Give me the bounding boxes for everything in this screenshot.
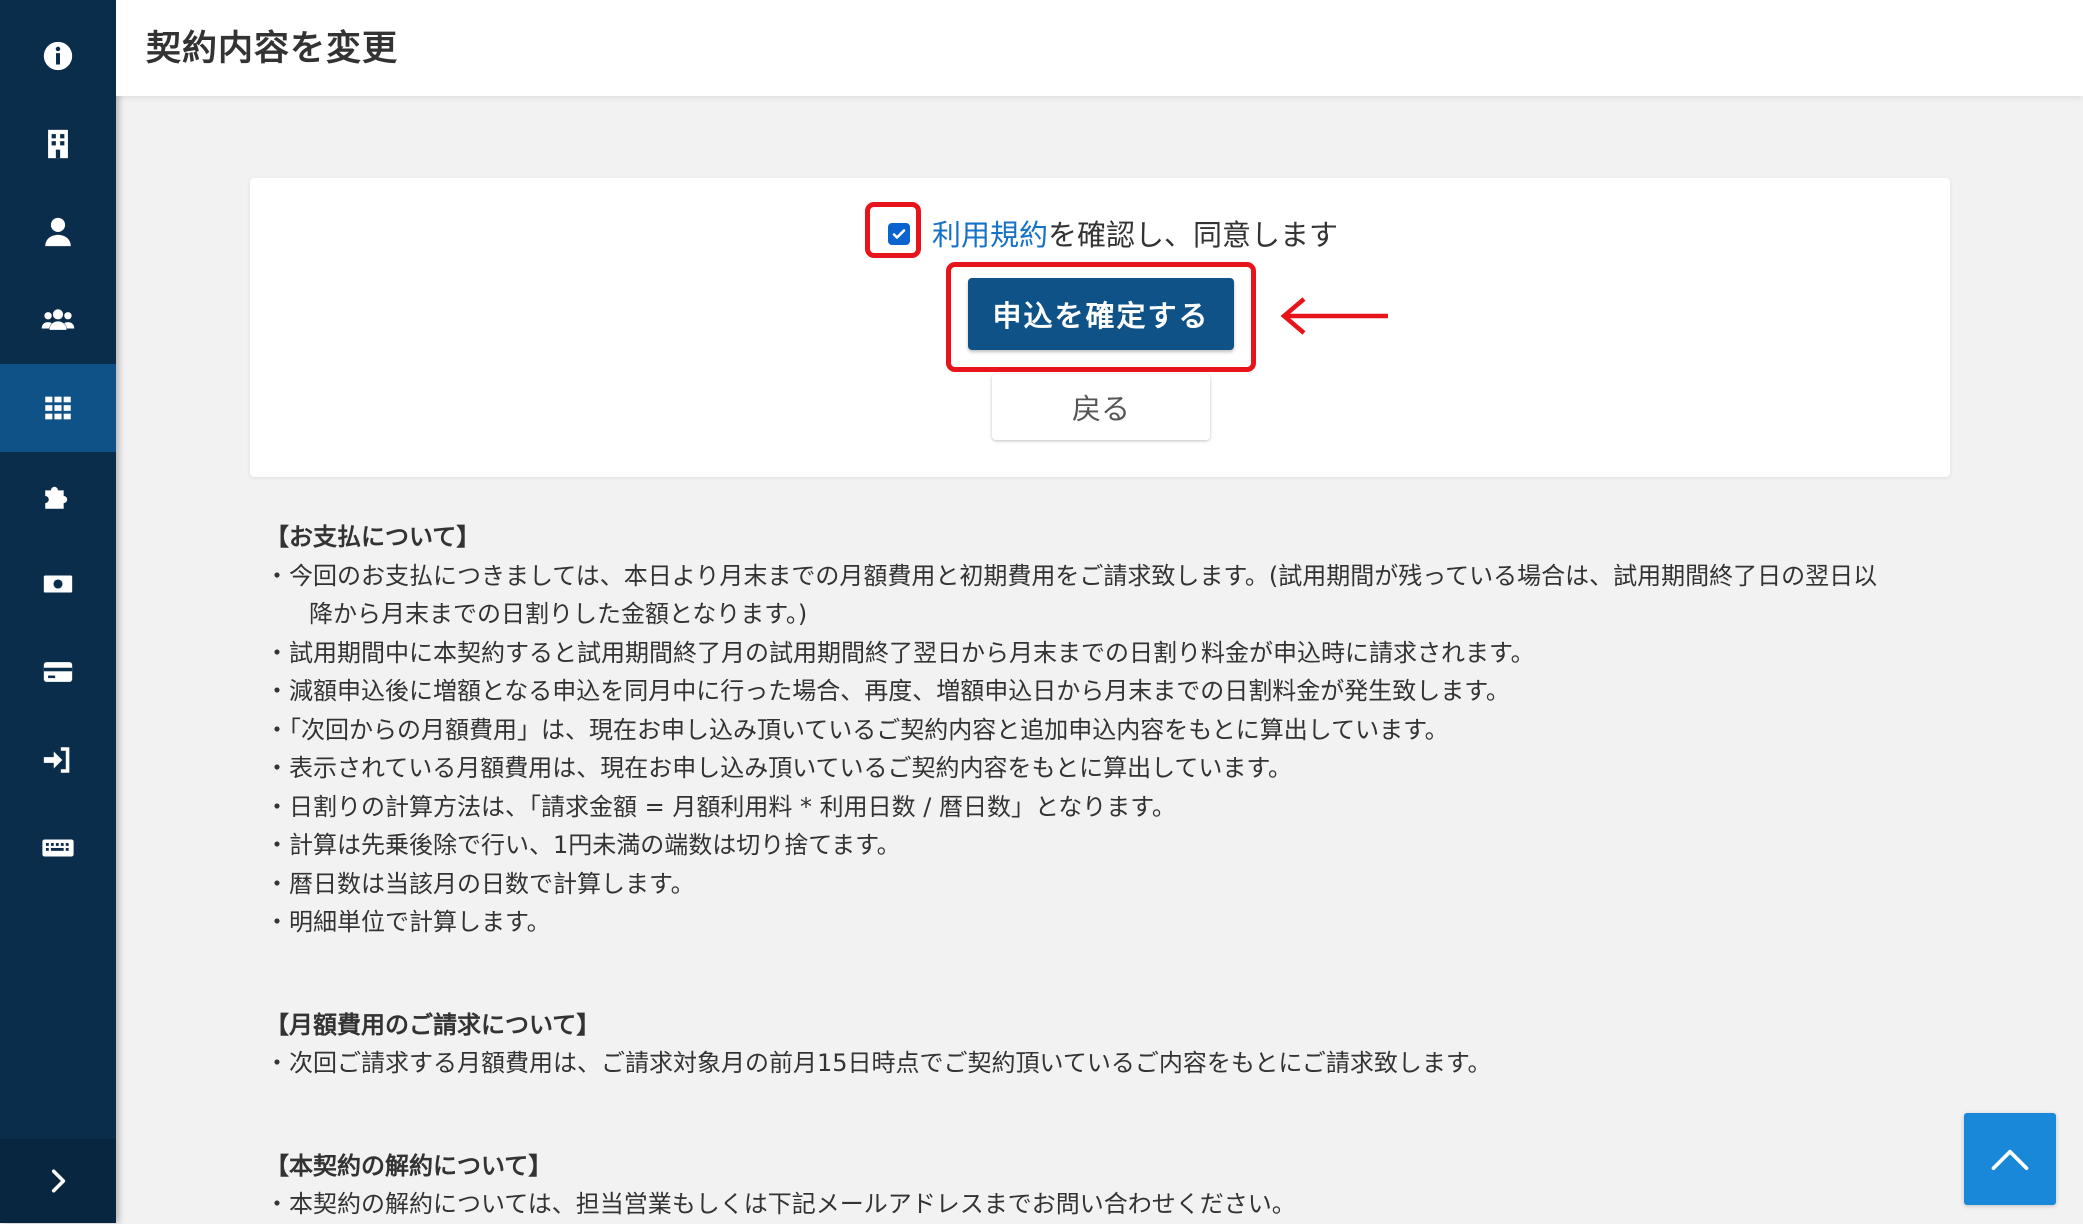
payment-section-title: 【お支払について】	[265, 523, 481, 551]
sidebar-item-login[interactable]	[0, 716, 116, 804]
agreement-row: 利用規約 を確認し、同意します	[250, 212, 1950, 262]
credit-card-icon	[43, 662, 73, 682]
note-line: ・今回のお支払につきましては、本日より月末までの月額費用と初期費用をご請求致しま…	[265, 561, 1878, 590]
note-line: ・本契約の解約については、担当営業もしくは下記メールアドレスまでお問い合わせくだ…	[265, 1190, 1296, 1218]
monthly-section-title: 【月額費用のご請求について】	[265, 1010, 601, 1039]
confirmation-card: 利用規約 を確認し、同意します 申込を確定する 戻る	[250, 178, 1950, 477]
grid-icon	[45, 396, 71, 420]
sidebar-item-plugins[interactable]	[0, 452, 116, 540]
puzzle-icon	[45, 486, 68, 509]
note-line: ・「次回からの月額費用」は、現在お申し込み頂いているご契約内容と追加申込内容をも…	[265, 715, 1449, 744]
sidebar	[0, 0, 116, 1223]
sidebar-item-apps[interactable]	[0, 364, 116, 452]
sidebar-item-payment[interactable]	[0, 628, 116, 716]
sidebar-item-keyboard[interactable]	[0, 804, 116, 892]
cancellation-section-title: 【本契約の解約について】	[265, 1151, 553, 1180]
user-icon	[45, 217, 71, 247]
note-line: ・計算は先乗後除で行い、1円未満の端数は切り捨てます。	[265, 831, 901, 859]
scroll-to-top-button[interactable]	[1964, 1113, 2056, 1205]
note-line: 降から月末までの日割りした金額となります。)	[309, 600, 808, 628]
notes-section: 【お支払について】 ・今回のお支払につきましては、本日より月末までの月額費用と初…	[265, 518, 1965, 1224]
note-line: ・試用期間中に本契約すると試用期間終了月の試用期間終了翌日から月末までの日割り料…	[265, 638, 1535, 667]
note-line: ・明細単位で計算します。	[265, 908, 551, 936]
page-title: 契約内容を変更	[146, 29, 399, 69]
money-icon	[43, 575, 73, 593]
note-line: ・次回ご請求する月額費用は、ご請求対象月の前月15日時点でご契約頂いているご内容…	[265, 1049, 1492, 1077]
annotation-arrow-icon	[1280, 297, 1388, 335]
note-line: ・表示されている月額費用は、現在お申し込み頂いているご契約内容をもとに算出してい…	[265, 754, 1292, 782]
users-icon	[41, 309, 75, 330]
sidebar-item-info[interactable]	[0, 12, 116, 100]
building-icon	[48, 129, 68, 159]
sidebar-item-billing[interactable]	[0, 540, 116, 628]
agreement-text: を確認し、同意します	[1048, 218, 1339, 252]
note-line: ・暦日数は当該月の日数で計算します。	[265, 869, 695, 898]
back-button[interactable]: 戻る	[992, 374, 1210, 440]
chevron-up-icon	[1991, 1149, 2029, 1170]
keyboard-icon	[42, 839, 74, 857]
sidebar-item-building[interactable]	[0, 100, 116, 188]
sidebar-item-user[interactable]	[0, 188, 116, 276]
sidebar-item-users[interactable]	[0, 276, 116, 364]
chevron-right-icon	[51, 1169, 66, 1193]
confirm-application-button[interactable]: 申込を確定する	[968, 278, 1234, 350]
note-line: ・日割りの計算方法は、「請求金額 = 月額利用料 * 利用日数 / 暦日数」とな…	[265, 792, 1176, 821]
sidebar-collapse-toggle[interactable]	[0, 1139, 116, 1223]
sign-in-icon	[43, 747, 70, 773]
note-line: ・減額申込後に増額となる申込を同月中に行った場合、再度、増額申込日から月末までの…	[265, 677, 1510, 705]
terms-of-use-link[interactable]: 利用規約	[932, 212, 1048, 254]
info-icon	[43, 41, 73, 71]
page-header: 契約内容を変更	[116, 0, 2083, 96]
